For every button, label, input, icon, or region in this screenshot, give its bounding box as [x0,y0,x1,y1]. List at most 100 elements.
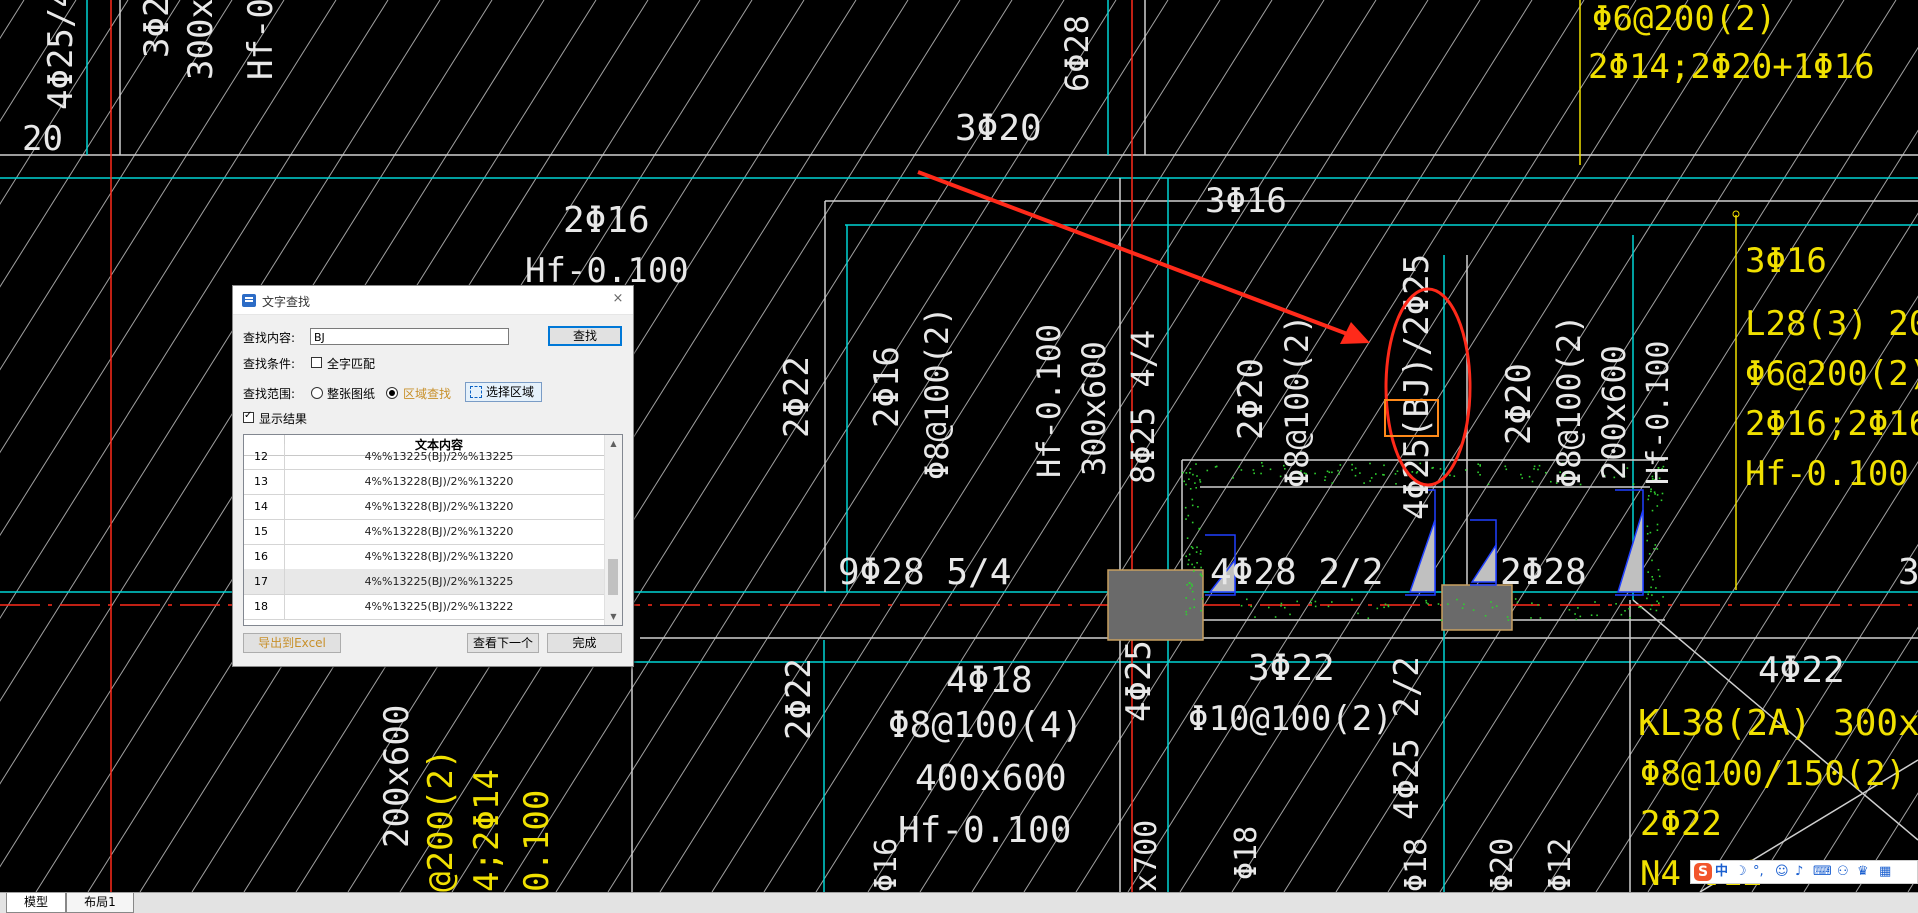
white-annotation: 400x600 [915,758,1067,799]
white-annotation: Φ12 [1543,838,1578,892]
scroll-up-icon[interactable]: ▲ [605,435,622,452]
scope-whole-radio[interactable] [311,387,323,399]
white-annotation: 2Φ20 [1499,363,1539,445]
yellow-annotation: 2Φ14;2Φ20+1Φ16 [1588,47,1875,87]
vertical-scrollbar[interactable]: ▲ ▼ [604,435,622,625]
scope-whole-label[interactable]: 整张图纸 [327,385,375,402]
yellow-annotation: Φ8@100/150(2) [1640,754,1906,794]
next-button[interactable]: 查看下一个 [467,633,539,653]
yellow-annotation: @200(2) [421,749,461,892]
white-annotation: Hf-0.100 [1030,324,1068,478]
white-annotation: 4Φ25 2/2 [1387,656,1427,820]
done-button[interactable]: 完成 [547,633,622,653]
white-annotation: Hf-0. [241,0,281,80]
grid-icon[interactable]: ▦ [1879,864,1891,880]
white-annotation: x700 [1129,820,1164,892]
white-annotation: 300x600 [1075,341,1113,476]
white-annotation: Φ10@100(2) [1188,699,1393,739]
yellow-annotation: Hf-0.100 [1745,454,1909,494]
condition-label: 查找条件: [243,357,296,371]
scroll-down-icon[interactable]: ▼ [605,608,622,625]
shirt-icon[interactable]: ♛ [1857,864,1869,880]
table-row[interactable]: 14 4%%13228(BJ)/2%%13220 [244,494,606,520]
row-text: 4%%13228(BJ)/2%%13220 [364,525,514,538]
results-table[interactable]: 文本内容 12 4%%13225(BJ)/2%%13225 13 4%%13228(B… [243,434,623,626]
row-text: 4%%13225(BJ)/2%%13225 [364,575,514,588]
white-annotation: 2Φ22 [777,356,817,438]
close-icon[interactable]: × [609,290,627,308]
white-annotation: Φ16 [869,838,904,892]
select-area-label: 选择区域 [486,385,535,399]
microphone-icon[interactable]: ♪ [1795,864,1803,880]
row-text: 4%%13228(BJ)/2%%13220 [364,500,514,513]
ime-mode-toggle[interactable]: 中 [1715,864,1728,880]
white-annotation: Φ8@100(2) [1550,315,1588,488]
white-annotation: 6Φ28 [1058,15,1096,92]
table-row[interactable]: 15 4%%13228(BJ)/2%%13220 [244,519,606,545]
scroll-thumb[interactable] [608,559,618,595]
table-row[interactable]: 12 4%%13225(BJ)/2%%13225 [244,444,606,470]
white-annotation: 4Φ25 [1119,640,1159,722]
white-annotation: 4Φ18 [946,660,1033,701]
select-area-icon [470,386,482,398]
keyboard-icon[interactable]: ⌨ [1813,864,1832,880]
row-text: 4%%13228(BJ)/2%%13220 [364,550,514,563]
moon-icon[interactable]: ☽ [1735,864,1747,880]
row-text: 4%%13225(BJ)/2%%13222 [364,600,514,613]
row-index: 12 [244,444,285,469]
white-annotation: 9Φ28 5/4 [838,552,1011,593]
row-index: 14 [244,494,285,519]
white-annotation: Hf-0.100 [898,810,1071,851]
punctuation-icon[interactable]: °, [1753,864,1764,880]
dialog-titlebar[interactable]: 文字查找 × [233,286,633,315]
white-annotation: 200x600 [1595,345,1633,480]
white-annotation: 2Φ28 [1500,552,1587,593]
white-annotation: 3 [1898,552,1918,593]
yellow-annotation: 4;2Φ14 [467,769,507,892]
white-annotation: 2Φ16 [563,200,650,241]
scope-area-radio[interactable] [386,387,398,399]
ime-toolbar[interactable]: S 中 ☽ °, ☺ ♪ ⌨ ⚇ ♛ ▦ [1690,860,1918,884]
show-results-label[interactable]: 显示结果 [259,410,307,427]
show-results-checkbox[interactable] [243,410,254,423]
white-annotation: 8Φ25 4/4 [1124,330,1162,484]
table-row[interactable]: 16 4%%13228(BJ)/2%%13220 [244,544,606,570]
white-annotation: 20 [22,119,63,159]
row-index: 13 [244,469,285,494]
tab-layout1[interactable]: 布局1 [66,893,134,913]
white-annotation: 2Φ22 [779,658,819,740]
user-icon[interactable]: ⚇ [1837,864,1849,880]
yellow-annotation: 3Φ16 [1745,241,1827,281]
white-annotation: 2Φ16 [867,346,907,428]
table-row[interactable]: 18 4%%13225(BJ)/2%%13222 [244,594,606,620]
emoji-icon[interactable]: ☺ [1775,864,1789,880]
layout-tabbar: 模型 布局1 [0,892,1918,913]
white-annotation: 2Φ20 [1231,358,1271,440]
row-index: 16 [244,544,285,569]
row-index: 15 [244,519,285,544]
scope-area-label[interactable]: 区域查找 [403,385,451,402]
white-annotation: Φ20 [1485,838,1520,892]
row-text: 4%%13228(BJ)/2%%13220 [364,475,514,488]
sogou-logo-icon[interactable]: S [1694,863,1712,881]
row-index: 17 [244,569,285,594]
dialog-title: 文字查找 [262,295,311,309]
white-annotation: 4Φ28 2/2 [1210,552,1383,593]
app-icon [242,294,256,307]
white-annotation: 3Φ2 [137,0,177,58]
table-row[interactable]: 13 4%%13228(BJ)/2%%13220 [244,469,606,495]
export-excel-button[interactable]: 导出到Excel [243,633,341,653]
white-annotation: 3Φ20 [955,108,1042,149]
white-annotation: 200x600 [377,705,417,848]
white-annotation: Hf-0.100 [1641,341,1676,486]
match-all-checkbox[interactable] [311,357,322,368]
white-annotation: Φ8@100(2) [1278,315,1316,488]
select-area-button[interactable]: 选择区域 [465,382,542,402]
search-content-input[interactable]: BJ [310,328,509,345]
tab-model[interactable]: 模型 [6,893,66,913]
row-index: 18 [244,594,285,619]
match-all-label[interactable]: 全字匹配 [327,355,375,372]
find-button[interactable]: 查找 [548,326,622,346]
table-row[interactable]: 17 4%%13225(BJ)/2%%13225 [244,569,606,595]
yellow-annotation: 0.100 [517,790,557,892]
